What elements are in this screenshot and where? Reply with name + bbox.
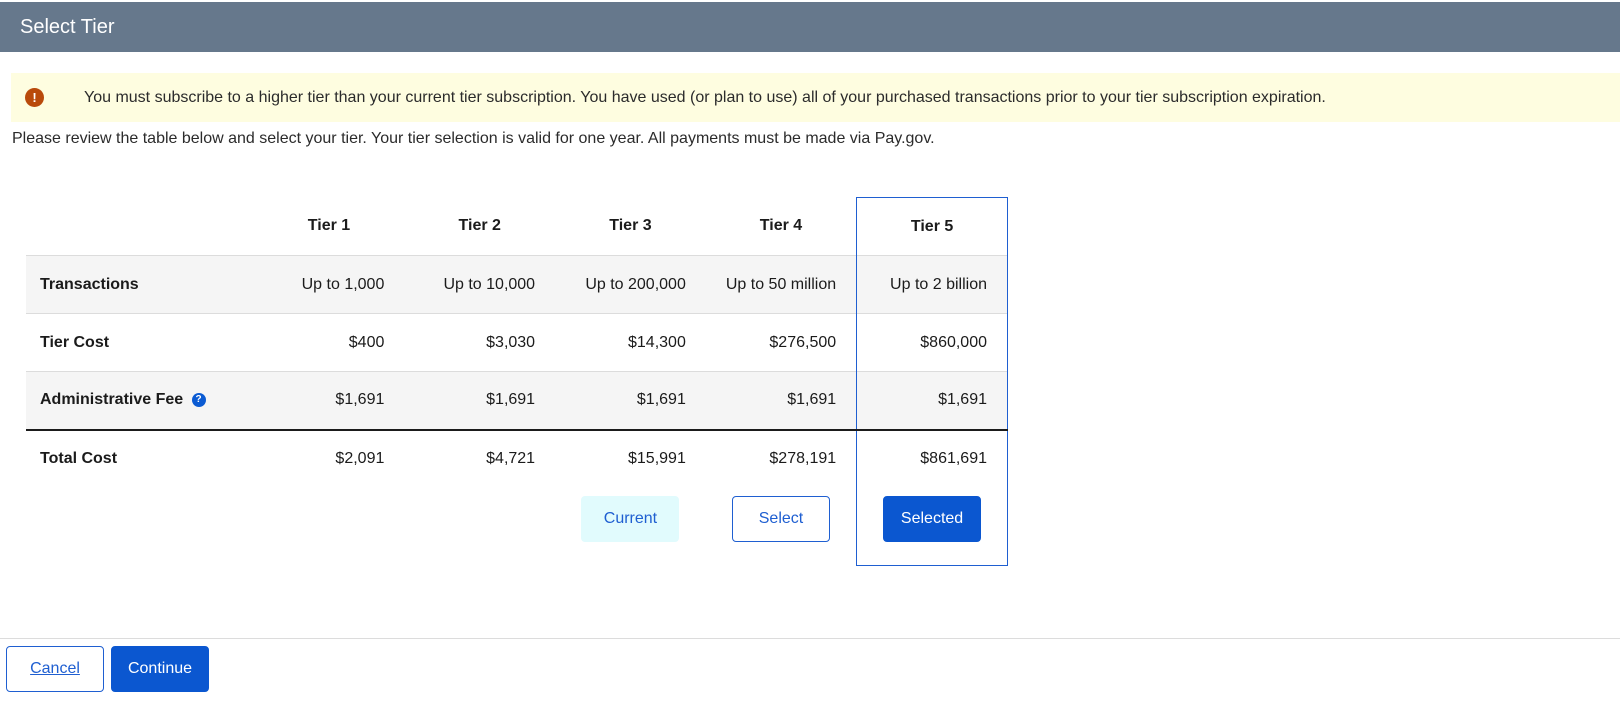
row-label-total-cost: Total Cost <box>26 428 254 488</box>
table-cell <box>254 488 405 566</box>
continue-button[interactable]: Continue <box>111 646 209 692</box>
table-cell: $3,030 <box>404 313 556 372</box>
page-title: Select Tier <box>20 16 115 38</box>
table-cell: Up to 200,000 <box>555 255 706 314</box>
table-cell: Up to 2 billion <box>856 255 1008 314</box>
table-row-admin-fee: Administrative Fee ? $1,691 $1,691 $1,69… <box>26 371 1008 430</box>
table-cell: $1,691 <box>253 371 405 430</box>
tier-header-row: Tier 1 Tier 2 Tier 3 Tier 4 Tier 5 <box>26 197 1008 256</box>
admin-fee-label: Administrative Fee <box>40 391 184 409</box>
table-cell: $1,691 <box>856 371 1008 430</box>
table-cell: $4,721 <box>404 428 556 488</box>
table-cell: $861,691 <box>856 428 1008 488</box>
tier-header-4: Tier 4 <box>759 217 803 235</box>
selected-tier-5-button[interactable]: Selected <box>883 495 982 542</box>
cancel-button[interactable]: Cancel <box>6 646 104 692</box>
row-label-transactions: Transactions <box>26 255 254 314</box>
table-cell: Up to 50 million <box>705 255 857 314</box>
warning-alert: ! You must subscribe to a higher tier th… <box>11 73 1620 122</box>
exclamation-circle-icon: ! <box>25 88 44 107</box>
table-row-tier-cost: Tier Cost $400 $3,030 $14,300 $276,500 $… <box>26 313 1008 372</box>
table-cell: Up to 1,000 <box>253 255 405 314</box>
row-label-tier-cost: Tier Cost <box>26 313 254 372</box>
table-cell: $278,191 <box>705 428 857 488</box>
table-cell: $14,300 <box>555 313 706 372</box>
table-cell <box>404 488 555 566</box>
table-cell: $1,691 <box>404 371 556 430</box>
table-cell: Selected <box>856 487 1008 566</box>
footer-divider <box>0 638 1620 639</box>
select-tier-4-button[interactable]: Select <box>731 495 830 542</box>
table-cell: $2,091 <box>253 428 405 488</box>
table-row-actions: Current Select Selected <box>26 487 1008 566</box>
row-label-admin-fee: Administrative Fee ? <box>26 371 254 430</box>
table-cell: $1,691 <box>555 371 706 430</box>
tier-header-3: Tier 3 <box>609 217 652 235</box>
table-cell: $400 <box>253 313 405 372</box>
table-cell: $860,000 <box>856 313 1008 372</box>
tier-table: Tier 1 Tier 2 Tier 3 Tier 4 Tier 5 Trans… <box>26 197 1008 566</box>
table-cell: Select <box>706 488 857 566</box>
table-cell: Current <box>555 488 706 566</box>
table-cell: Up to 10,000 <box>404 255 556 314</box>
tier-header-5: Tier 5 <box>856 197 1008 256</box>
table-cell <box>26 488 254 566</box>
table-row-transactions: Transactions Up to 1,000 Up to 10,000 Up… <box>26 255 1008 314</box>
table-cell: $15,991 <box>555 428 706 488</box>
table-cell: $276,500 <box>705 313 857 372</box>
tier-header-1: Tier 1 <box>307 217 351 235</box>
question-circle-icon[interactable]: ? <box>191 393 206 408</box>
page-header: Select Tier <box>0 2 1620 52</box>
table-cell: $1,691 <box>705 371 857 430</box>
table-corner <box>26 198 254 256</box>
alert-message: You must subscribe to a higher tier than… <box>84 88 1326 106</box>
current-tier-button[interactable]: Current <box>581 495 680 542</box>
table-row-total-cost: Total Cost $2,091 $4,721 $15,991 $278,19… <box>26 428 1008 488</box>
tier-header-2: Tier 2 <box>458 217 501 235</box>
intro-text: Please review the table below and select… <box>12 130 935 147</box>
